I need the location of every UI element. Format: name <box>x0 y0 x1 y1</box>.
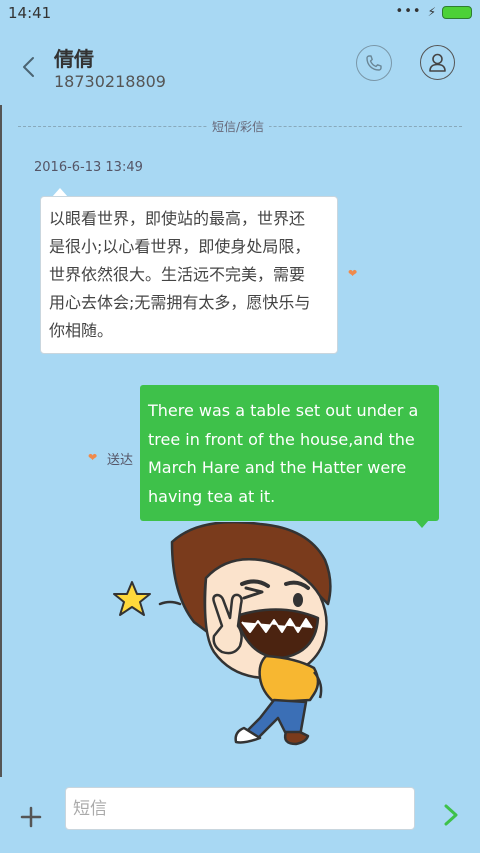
more-dots-icon: ••• <box>395 4 422 19</box>
heart-icon: ❤ <box>348 267 358 280</box>
conversation-header: 倩倩 18730218809 <box>0 30 480 106</box>
phone-icon <box>366 55 382 71</box>
message-timestamp: 2016-6-13 13:49 <box>34 160 143 175</box>
call-button[interactable] <box>356 45 392 81</box>
contact-profile-button[interactable] <box>420 45 455 80</box>
back-button[interactable] <box>14 50 44 84</box>
status-time: 14:41 <box>8 4 52 22</box>
chevron-left-icon <box>23 57 34 77</box>
left-edge-line <box>0 105 2 777</box>
contact-number: 18730218809 <box>54 72 166 91</box>
outgoing-line: March Hare and the Hatter were <box>148 458 407 477</box>
cartoon-boy-sticker <box>113 522 332 746</box>
message-input[interactable] <box>65 787 415 830</box>
incoming-line: 是很小;以心看世界，即使身处局限， <box>49 237 311 256</box>
incoming-line: 以眼看世界，即使站的最高，世界还 <box>49 209 306 228</box>
person-icon <box>429 53 446 72</box>
outgoing-message-bubble[interactable]: There was a table set out under a tree i… <box>140 385 439 521</box>
send-button[interactable] <box>440 803 462 827</box>
incoming-message-bubble[interactable]: 以眼看世界，即使站的最高，世界还 是很小;以心看世界，即使身处局限， 世界依然很… <box>40 196 338 354</box>
outgoing-line: tree in front of the house,and the <box>148 429 415 449</box>
status-icons: ••• ⚡ <box>396 5 472 19</box>
outgoing-bubble-tail <box>415 520 429 528</box>
star-icon <box>113 581 151 616</box>
channel-label: 短信/彩信 <box>207 118 270 135</box>
incoming-line: 你相随。 <box>49 321 114 340</box>
chevron-right-icon <box>444 804 458 826</box>
contact-name: 倩倩 <box>54 47 94 71</box>
outgoing-line: having tea at it. <box>148 486 276 506</box>
charging-bolt-icon: ⚡ <box>427 5 436 19</box>
outgoing-line: There was a table set out under a <box>148 401 419 420</box>
heart-icon: ❤ <box>88 451 98 464</box>
plus-icon <box>20 806 42 828</box>
status-bar: 14:41 ••• ⚡ <box>0 0 480 26</box>
delivery-status: 送达 <box>107 453 134 468</box>
incoming-line: 世界依然很大。生活远不完美，需要 <box>49 265 306 284</box>
add-attachment-button[interactable] <box>18 804 44 830</box>
battery-icon <box>442 5 472 19</box>
incoming-line: 用心去体会;无需拥有太多，愿快乐与 <box>49 293 311 312</box>
